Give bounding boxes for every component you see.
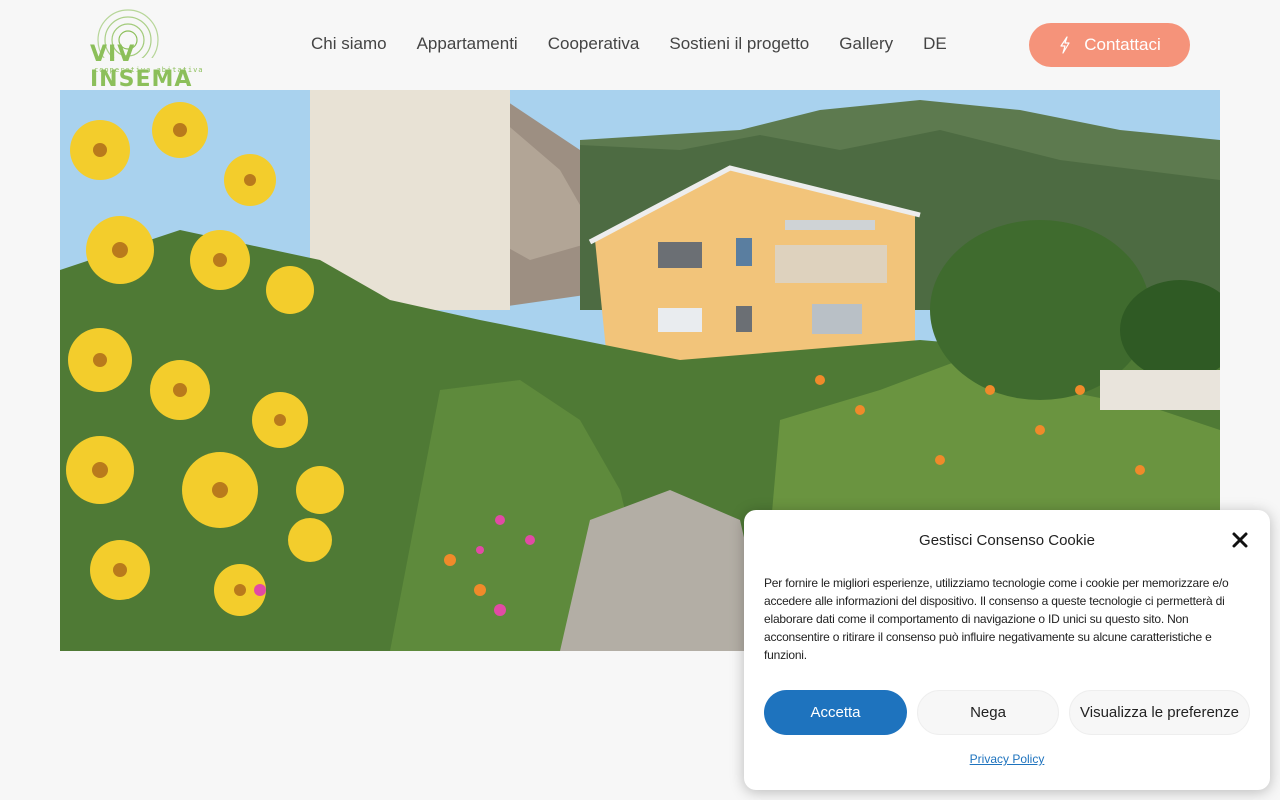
contact-button[interactable]: Contattaci bbox=[1029, 23, 1190, 67]
accept-button[interactable]: Accetta bbox=[764, 690, 907, 735]
main-nav: Chi siamo Appartamenti Cooperativa Sosti… bbox=[311, 34, 947, 54]
close-icon[interactable] bbox=[1230, 530, 1250, 550]
site-header: VIV INSEMA cooperativa abitativa Chi sia… bbox=[0, 0, 1280, 92]
nav-item-appartamenti[interactable]: Appartamenti bbox=[417, 34, 518, 54]
cookie-title: Gestisci Consenso Cookie bbox=[919, 532, 1095, 549]
privacy-policy-link[interactable]: Privacy Policy bbox=[744, 752, 1270, 766]
nav-item-language[interactable]: DE bbox=[923, 34, 947, 54]
nav-item-gallery[interactable]: Gallery bbox=[839, 34, 893, 54]
preferences-button[interactable]: Visualizza le preferenze bbox=[1069, 690, 1250, 735]
logo-tagline: cooperativa abitativa bbox=[94, 66, 204, 74]
bolt-icon bbox=[1060, 36, 1070, 54]
nav-item-sostieni[interactable]: Sostieni il progetto bbox=[669, 34, 809, 54]
nav-item-cooperativa[interactable]: Cooperativa bbox=[548, 34, 640, 54]
cookie-consent-dialog: Gestisci Consenso Cookie Per fornire le … bbox=[744, 510, 1270, 790]
cookie-description: Per fornire le migliori esperienze, util… bbox=[764, 576, 1229, 662]
contact-label: Contattaci bbox=[1084, 35, 1161, 54]
site-logo[interactable]: VIV INSEMA cooperativa abitativa bbox=[88, 8, 204, 92]
nav-item-chi-siamo[interactable]: Chi siamo bbox=[311, 34, 387, 54]
deny-button[interactable]: Nega bbox=[917, 690, 1059, 735]
